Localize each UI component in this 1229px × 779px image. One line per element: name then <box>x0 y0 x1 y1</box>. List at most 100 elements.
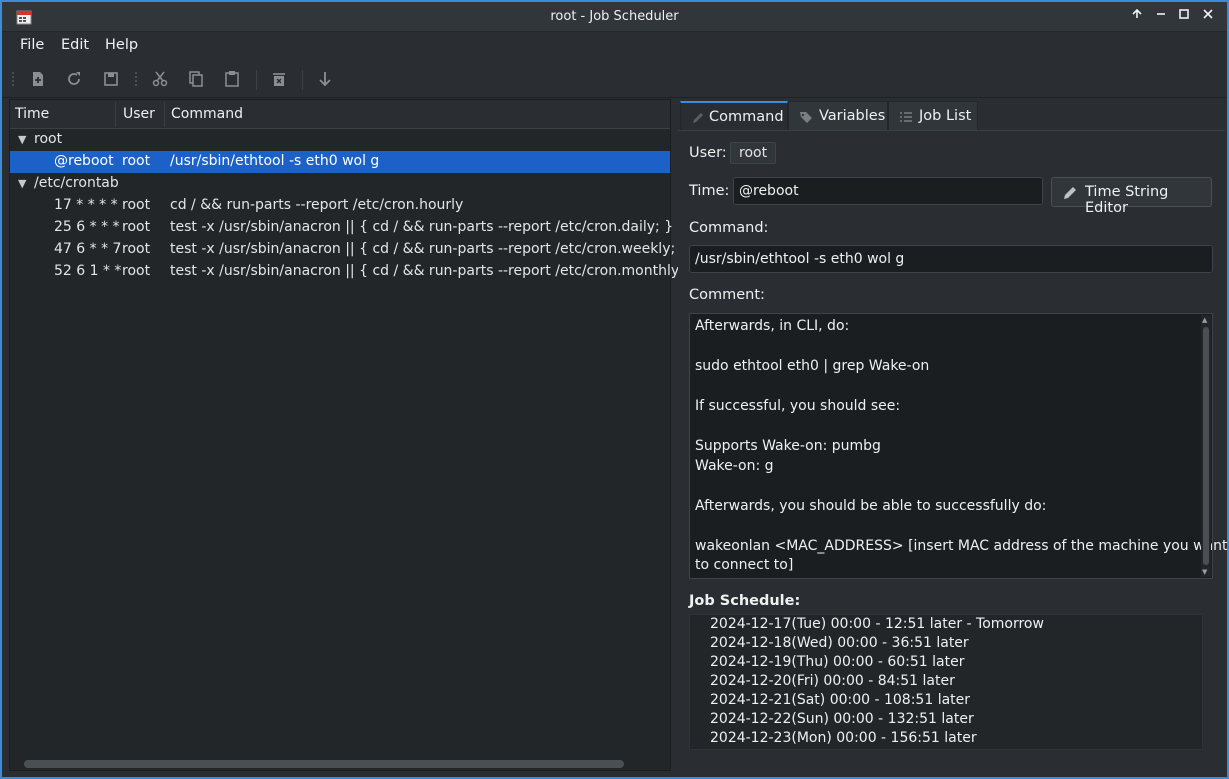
save-icon[interactable] <box>101 69 121 89</box>
tab-label: Command <box>709 109 784 125</box>
comment-line: Supports Wake-on: pumbg <box>695 438 881 454</box>
comment-line: Wake-on: g <box>695 458 774 474</box>
tree-header: Time User Command <box>10 100 670 129</box>
maximize-icon[interactable] <box>1175 8 1193 26</box>
column-header-time[interactable]: Time <box>15 106 49 122</box>
time-label: Time: <box>689 183 730 199</box>
window-title: root - Job Scheduler <box>550 9 679 24</box>
job-command: cd / && run-parts --report /etc/cron.hou… <box>170 197 464 213</box>
list-item: 2024-12-22(Sun) 00:00 - 132:51 later <box>710 711 974 727</box>
comment-line: wakeonlan <MAC_ADDRESS> [insert MAC addr… <box>695 538 1228 554</box>
copy-icon[interactable] <box>186 69 206 89</box>
tab-label: Variables <box>819 108 886 124</box>
button-label: Time String Editor <box>1085 184 1169 216</box>
tab-job-list[interactable]: Job List <box>888 101 978 131</box>
scrollbar-thumb[interactable] <box>1203 327 1209 565</box>
user-label: User: <box>689 145 727 161</box>
job-user: root <box>122 219 151 235</box>
pencil-icon <box>1064 187 1076 199</box>
table-row[interactable]: 17 * * * * root cd / && run-parts --repo… <box>10 195 670 217</box>
tag-icon <box>800 112 812 123</box>
scroll-down-icon[interactable]: ▼ <box>1202 568 1207 576</box>
menu-bar: File Edit Help <box>2 32 1227 60</box>
job-time: 47 6 * * 7 <box>54 241 122 257</box>
move-down-icon[interactable] <box>315 69 335 89</box>
reload-icon[interactable] <box>64 69 84 89</box>
menu-edit[interactable]: Edit <box>61 37 89 53</box>
list-icon <box>900 112 912 122</box>
table-row[interactable]: 25 6 * * * root test -x /usr/sbin/anacro… <box>10 217 674 239</box>
job-tree: Time User Command ▼ root @reboot root /u… <box>9 99 697 771</box>
table-row[interactable]: @reboot root /usr/sbin/ethtool -s eth0 w… <box>10 151 670 173</box>
paste-icon[interactable] <box>222 69 242 89</box>
job-schedule-label: Job Schedule: <box>689 593 801 609</box>
scroll-up-icon[interactable]: ▲ <box>1202 316 1207 324</box>
job-schedule-list: 2024-12-17(Tue) 00:00 - 12:51 later - To… <box>689 614 1203 750</box>
expand-arrow-icon[interactable]: ▼ <box>18 177 26 190</box>
job-user: root <box>122 153 151 169</box>
job-user: root <box>122 197 151 213</box>
command-tab-pane: User: root Time: @reboot Time String Edi… <box>678 130 1228 771</box>
user-value[interactable]: root <box>730 142 777 164</box>
close-icon[interactable] <box>1199 8 1217 26</box>
list-item: 2024-12-20(Fri) 00:00 - 84:51 later <box>710 673 955 689</box>
list-item: 2024-12-23(Mon) 00:00 - 156:51 later <box>710 730 977 746</box>
tree-group-row[interactable]: ▼ root <box>10 129 670 151</box>
menu-help[interactable]: Help <box>105 37 138 53</box>
time-string-editor-button[interactable]: Time String Editor <box>1051 177 1212 216</box>
job-command: test -x /usr/sbin/anacron || { cd / && r… <box>170 219 674 235</box>
job-command: /usr/sbin/ethtool -s eth0 wol g <box>170 153 380 169</box>
comment-line: to connect to] <box>695 557 794 573</box>
title-bar: root - Job Scheduler <box>2 2 1227 32</box>
comment-line: sudo ethtool eth0 | grep Wake-on <box>695 358 930 374</box>
job-command: test -x /usr/sbin/anacron || { cd / && r… <box>170 241 689 257</box>
toolbar-grip[interactable] <box>12 72 14 86</box>
vertical-scrollbar[interactable]: ▲ ▼ <box>1201 315 1211 577</box>
new-job-icon[interactable] <box>28 69 48 89</box>
minimize-icon[interactable] <box>1152 8 1170 26</box>
toolbar-separator <box>256 70 257 90</box>
menu-file[interactable]: File <box>20 37 44 53</box>
job-time: 25 6 * * * <box>54 219 120 235</box>
list-item: 2024-12-21(Sat) 00:00 - 108:51 later <box>710 692 971 708</box>
job-time: @reboot <box>54 153 114 169</box>
command-label: Command: <box>689 220 769 236</box>
table-row[interactable]: 52 6 1 * * root test -x /usr/sbin/anacro… <box>10 261 697 283</box>
comment-line: Afterwards, in CLI, do: <box>695 318 850 334</box>
delete-icon[interactable] <box>269 69 289 89</box>
list-item: 2024-12-19(Thu) 00:00 - 60:51 later <box>710 654 965 670</box>
table-row[interactable]: 47 6 * * 7 root test -x /usr/sbin/anacro… <box>10 239 689 261</box>
tab-label: Job List <box>919 108 972 124</box>
job-time: 52 6 1 * * <box>54 263 122 279</box>
toolbar <box>2 60 1227 98</box>
tree-group-row[interactable]: ▼ /etc/crontab <box>10 173 670 195</box>
list-item: 2024-12-17(Tue) 00:00 - 12:51 later - To… <box>710 616 1044 632</box>
comment-textarea[interactable]: Afterwards, in CLI, do: sudo ethtool eth… <box>689 313 1228 579</box>
command-input[interactable]: /usr/sbin/ethtool -s eth0 wol g <box>689 245 1213 273</box>
comment-line: If successful, you should see: <box>695 398 901 414</box>
job-time: 17 * * * * <box>54 197 118 213</box>
comment-line: Afterwards, you should be able to succes… <box>695 498 1047 514</box>
job-command: test -x /usr/sbin/anacron || { cd / && r… <box>170 263 698 279</box>
tab-variables[interactable]: Variables <box>788 101 888 131</box>
panel-splitter[interactable] <box>673 99 676 771</box>
cut-icon[interactable] <box>150 69 170 89</box>
column-header-command[interactable]: Command <box>171 106 243 122</box>
time-input[interactable]: @reboot <box>733 177 1043 205</box>
column-divider[interactable] <box>115 102 116 127</box>
list-item: 2024-12-18(Wed) 00:00 - 36:51 later <box>710 635 969 651</box>
scrollbar-thumb[interactable] <box>24 760 624 768</box>
horizontal-scrollbar[interactable] <box>10 756 670 770</box>
job-user: root <box>122 263 151 279</box>
group-name: root <box>34 131 63 147</box>
column-header-user[interactable]: User <box>123 106 155 122</box>
toolbar-grip-2 <box>135 72 137 86</box>
column-divider[interactable] <box>164 102 165 127</box>
job-detail-panel: Command Variables Job List User: root Ti… <box>678 99 1228 771</box>
toolbar-separator-2 <box>302 70 303 90</box>
expand-arrow-icon[interactable]: ▼ <box>18 133 26 146</box>
job-user: root <box>122 241 151 257</box>
keep-above-icon[interactable] <box>1128 8 1146 26</box>
group-name: /etc/crontab <box>34 175 119 191</box>
tab-command[interactable]: Command <box>680 101 788 131</box>
